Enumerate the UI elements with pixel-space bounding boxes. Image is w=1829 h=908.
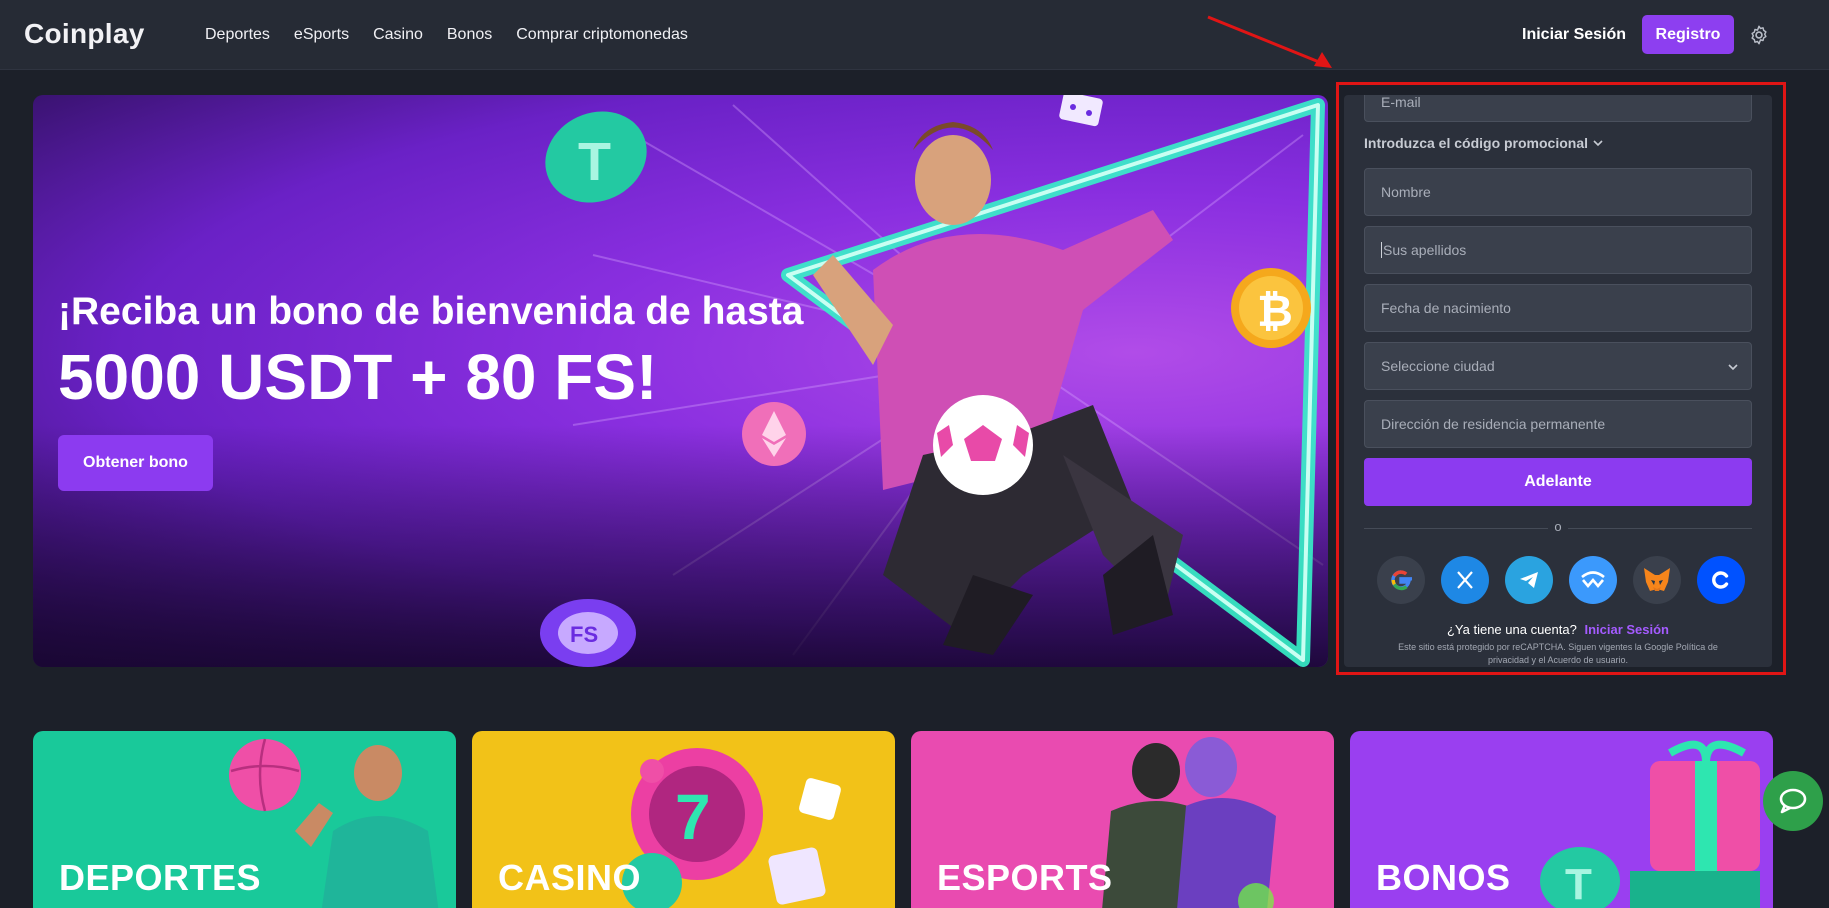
- category-card-casino[interactable]: 7 CASINO: [472, 731, 895, 908]
- coinplay-logo[interactable]: Coinplay: [24, 18, 145, 50]
- get-bonus-button[interactable]: Obtener bono: [58, 435, 213, 491]
- metamask-login-button[interactable]: [1633, 556, 1681, 604]
- header-register-button[interactable]: Registro: [1642, 15, 1734, 54]
- tether-coin-icon: T: [545, 111, 647, 203]
- registration-form: E-mail Introduzca el código promocional …: [1344, 95, 1772, 667]
- ethereum-coin-icon: [742, 402, 806, 466]
- last-name-placeholder: Sus apellidos: [1383, 242, 1467, 258]
- walletconnect-login-button[interactable]: [1569, 556, 1617, 604]
- gear-icon[interactable]: [1748, 24, 1770, 46]
- category-card-bonos[interactable]: T BONOS: [1350, 731, 1773, 908]
- last-name-field[interactable]: Sus apellidos: [1364, 226, 1752, 274]
- category-card-deportes[interactable]: DEPORTES: [33, 731, 456, 908]
- category-label: ESPORTS: [937, 857, 1113, 898]
- x-icon: [1457, 571, 1473, 589]
- nav-casino[interactable]: Casino: [373, 26, 423, 44]
- hero-banner[interactable]: T ₿ FS ¡Reciba un bono de bienvenida de …: [33, 95, 1328, 667]
- category-card-esports[interactable]: ESPORTS: [911, 731, 1334, 908]
- hero-title-line1: ¡Reciba un bono de bienvenida de hasta: [58, 290, 804, 333]
- divider-text: o: [1548, 519, 1568, 534]
- have-account-row: ¿Ya tiene una cuenta? Iniciar Sesión: [1344, 622, 1772, 637]
- city-select-placeholder: Seleccione ciudad: [1381, 358, 1495, 374]
- bitcoin-coin-icon: ₿: [1231, 268, 1311, 348]
- chat-button[interactable]: [1763, 771, 1823, 831]
- address-field[interactable]: Dirección de residencia permanente: [1364, 400, 1752, 448]
- svg-text:T: T: [1565, 860, 1592, 908]
- social-login-row: [1377, 556, 1745, 604]
- email-field[interactable]: E-mail: [1364, 95, 1752, 122]
- hero-title-line2: 5000 USDT + 80 FS!: [58, 341, 658, 413]
- category-label: CASINO: [498, 857, 642, 898]
- svg-text:₿: ₿: [1257, 287, 1293, 336]
- chevron-down-icon: [1728, 364, 1738, 371]
- x-login-button[interactable]: [1441, 556, 1489, 604]
- svg-text:7: 7: [675, 781, 711, 853]
- coinbase-icon: [1712, 571, 1729, 589]
- telegram-icon: [1520, 572, 1538, 588]
- nav-comprar-cripto[interactable]: Comprar criptomonedas: [516, 26, 688, 44]
- chevron-down-icon: [1593, 140, 1603, 147]
- fs-chip-icon: FS: [540, 599, 636, 667]
- header-login-link[interactable]: Iniciar Sesión: [1522, 0, 1626, 70]
- promo-code-label: Introduzca el código promocional: [1364, 135, 1589, 151]
- football-icon: [933, 395, 1033, 495]
- nav-deportes[interactable]: Deportes: [205, 26, 270, 44]
- nav-esports[interactable]: eSports: [294, 26, 349, 44]
- city-select[interactable]: Seleccione ciudad: [1364, 342, 1752, 390]
- birthdate-field[interactable]: Fecha de nacimiento: [1364, 284, 1752, 332]
- chat-bubble-icon: [1779, 788, 1807, 814]
- form-login-link[interactable]: Iniciar Sesión: [1584, 622, 1669, 637]
- category-label: DEPORTES: [59, 857, 262, 898]
- top-header: Coinplay Deportes eSports Casino Bonos C…: [0, 0, 1829, 70]
- coinbase-login-button[interactable]: [1697, 556, 1745, 604]
- metamask-icon: [1644, 568, 1670, 591]
- nav-bonos[interactable]: Bonos: [447, 26, 492, 44]
- svg-text:FS: FS: [570, 622, 598, 647]
- submit-button[interactable]: Adelante: [1364, 458, 1752, 506]
- recaptcha-notice: Este sitio está protegido por reCAPTCHA.…: [1398, 642, 1718, 665]
- google-icon: [1391, 570, 1412, 591]
- dice-icon: [1059, 95, 1103, 127]
- main-nav: Deportes eSports Casino Bonos Comprar cr…: [205, 0, 688, 70]
- have-account-text: ¿Ya tiene una cuenta?: [1446, 622, 1577, 637]
- svg-text:T: T: [578, 132, 611, 192]
- telegram-login-button[interactable]: [1505, 556, 1553, 604]
- first-name-field[interactable]: Nombre: [1364, 168, 1752, 216]
- walletconnect-icon: [1581, 571, 1605, 589]
- google-login-button[interactable]: [1377, 556, 1425, 604]
- category-label: BONOS: [1376, 857, 1511, 898]
- promo-code-toggle[interactable]: Introduzca el código promocional: [1364, 135, 1604, 151]
